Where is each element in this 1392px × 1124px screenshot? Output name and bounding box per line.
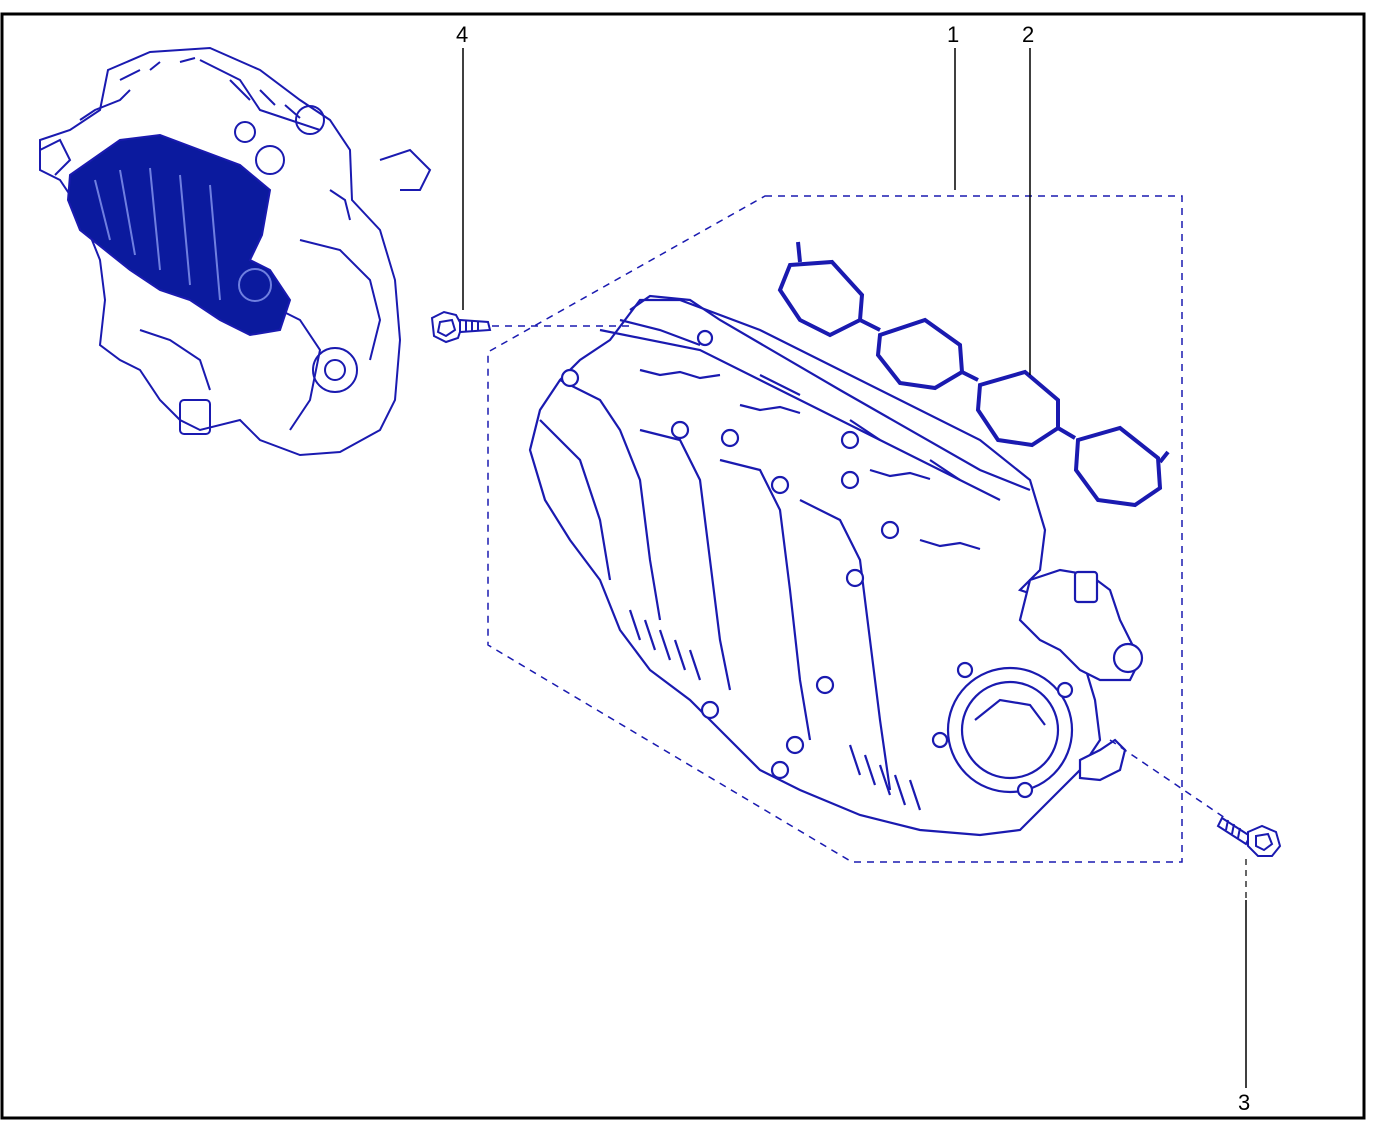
callout-4: 4 — [456, 22, 469, 47]
intake-manifold-icon — [528, 294, 1144, 837]
bolt-icon — [1216, 816, 1282, 857]
parts-diagram — [0, 12, 1366, 1120]
callout-2: 2 — [1022, 22, 1035, 47]
callout-1: 1 — [947, 22, 960, 47]
callout-3: 3 — [1238, 1090, 1251, 1115]
bolt-icon — [430, 310, 492, 344]
